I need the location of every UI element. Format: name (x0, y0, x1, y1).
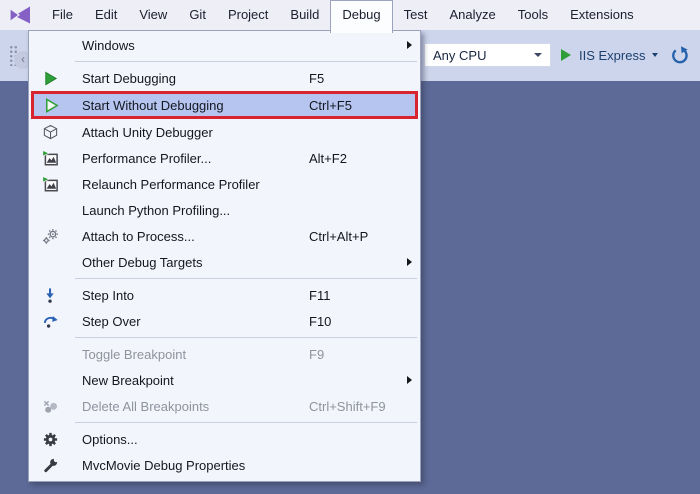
menu-git[interactable]: Git (178, 0, 217, 30)
menu-file[interactable]: File (41, 0, 84, 30)
menu-project[interactable]: Project (217, 0, 279, 30)
menu-item-label: Step Over (71, 314, 309, 329)
solution-platform-value: Any CPU (433, 48, 486, 63)
run-target-label: IIS Express (579, 48, 645, 63)
menu-item-start-debugging[interactable]: Start DebuggingF5 (29, 65, 420, 91)
refresh-icon (670, 46, 689, 65)
refresh-button[interactable] (670, 46, 689, 65)
submenu-arrow-icon (398, 41, 420, 49)
menu-item-label: Toggle Breakpoint (71, 347, 309, 362)
menu-item-label: Start Without Debugging (71, 98, 309, 113)
wrench-icon (29, 457, 71, 474)
menu-item-attach-unity-debugger[interactable]: Attach Unity Debugger (29, 119, 420, 145)
menu-test[interactable]: Test (393, 0, 439, 30)
menu-item-mvcmovie-debug-properties[interactable]: MvcMovie Debug Properties (29, 452, 420, 478)
menu-item-performance-profiler[interactable]: Performance Profiler...Alt+F2 (29, 145, 420, 171)
menubar-items: FileEditViewGitProjectBuildDebugTestAnal… (41, 0, 645, 30)
menu-separator (29, 334, 420, 341)
menu-item-windows[interactable]: Windows (29, 32, 420, 58)
menu-item-shortcut: Ctrl+Alt+P (309, 229, 398, 244)
vs-window: FileEditViewGitProjectBuildDebugTestAnal… (0, 0, 700, 494)
menu-item-delete-all-breakpoints: Delete All BreakpointsCtrl+Shift+F9 (29, 393, 420, 419)
start-debugging-toolbar-button[interactable]: IIS Express (561, 43, 689, 67)
step-over-icon (29, 313, 71, 330)
menu-item-shortcut: Ctrl+Shift+F9 (309, 399, 398, 414)
menu-item-shortcut: F9 (309, 347, 398, 362)
menu-item-label: Start Debugging (71, 71, 309, 86)
menu-item-shortcut: F11 (309, 288, 398, 303)
menu-item-label: Attach Unity Debugger (71, 125, 309, 140)
menu-item-label: Other Debug Targets (71, 255, 309, 270)
menu-edit[interactable]: Edit (84, 0, 128, 30)
menu-item-other-debug-targets[interactable]: Other Debug Targets (29, 249, 420, 275)
chevron-down-icon[interactable] (652, 53, 658, 57)
menu-item-shortcut: F5 (309, 71, 398, 86)
debug-menu-list: WindowsStart DebuggingF5Start Without De… (29, 32, 420, 478)
debug-menu-dropdown: WindowsStart DebuggingF5Start Without De… (28, 30, 421, 482)
menu-item-options[interactable]: Options... (29, 426, 420, 452)
menu-item-label: MvcMovie Debug Properties (71, 458, 309, 473)
menu-analyze[interactable]: Analyze (438, 0, 506, 30)
menu-item-label: Launch Python Profiling... (71, 203, 309, 218)
menu-item-label: Performance Profiler... (71, 151, 309, 166)
play-icon (561, 49, 571, 61)
menu-build[interactable]: Build (279, 0, 330, 30)
menu-separator (29, 58, 420, 65)
menu-item-launch-python-profiling[interactable]: Launch Python Profiling... (29, 197, 420, 223)
menu-item-shortcut: Ctrl+F5 (309, 98, 396, 113)
menu-item-shortcut: Alt+F2 (309, 151, 398, 166)
menu-view[interactable]: View (128, 0, 178, 30)
menu-separator (29, 275, 420, 282)
menu-debug[interactable]: Debug (330, 0, 392, 33)
profiler-chart-icon (29, 150, 71, 167)
menu-separator (29, 419, 420, 426)
menu-item-label: Delete All Breakpoints (71, 399, 309, 414)
menu-item-label: Relaunch Performance Profiler (71, 177, 309, 192)
gears-icon (29, 228, 71, 245)
menu-item-label: Step Into (71, 288, 309, 303)
menu-item-label: New Breakpoint (71, 373, 309, 388)
solution-platform-select[interactable]: Any CPU (424, 43, 551, 67)
menu-item-shortcut: F10 (309, 314, 398, 329)
menubar: FileEditViewGitProjectBuildDebugTestAnal… (0, 0, 700, 30)
menu-extensions[interactable]: Extensions (559, 0, 645, 30)
menu-item-step-over[interactable]: Step OverF10 (29, 308, 420, 334)
chevron-down-icon (534, 53, 542, 57)
submenu-arrow-icon (398, 376, 420, 384)
submenu-arrow-icon (398, 258, 420, 266)
breakpoints-delete-icon (29, 398, 71, 415)
vs-logo (0, 0, 41, 30)
play-outline-icon (31, 97, 71, 114)
menu-item-relaunch-performance-profiler[interactable]: Relaunch Performance Profiler (29, 171, 420, 197)
gear-icon (29, 431, 71, 448)
menu-item-label: Attach to Process... (71, 229, 309, 244)
step-into-icon (29, 287, 71, 304)
profiler-chart-icon (29, 176, 71, 193)
menu-item-label: Windows (71, 38, 309, 53)
menu-item-label: Options... (71, 432, 309, 447)
menu-item-start-without-debugging[interactable]: Start Without DebuggingCtrl+F5 (31, 91, 418, 119)
visual-studio-logo-icon (8, 3, 32, 27)
menu-item-new-breakpoint[interactable]: New Breakpoint (29, 367, 420, 393)
unity-cube-icon (29, 124, 71, 141)
play-solid-icon (29, 70, 71, 87)
menu-item-attach-to-process[interactable]: Attach to Process...Ctrl+Alt+P (29, 223, 420, 249)
menu-item-step-into[interactable]: Step IntoF11 (29, 282, 420, 308)
menu-tools[interactable]: Tools (507, 0, 559, 30)
menu-item-toggle-breakpoint: Toggle BreakpointF9 (29, 341, 420, 367)
